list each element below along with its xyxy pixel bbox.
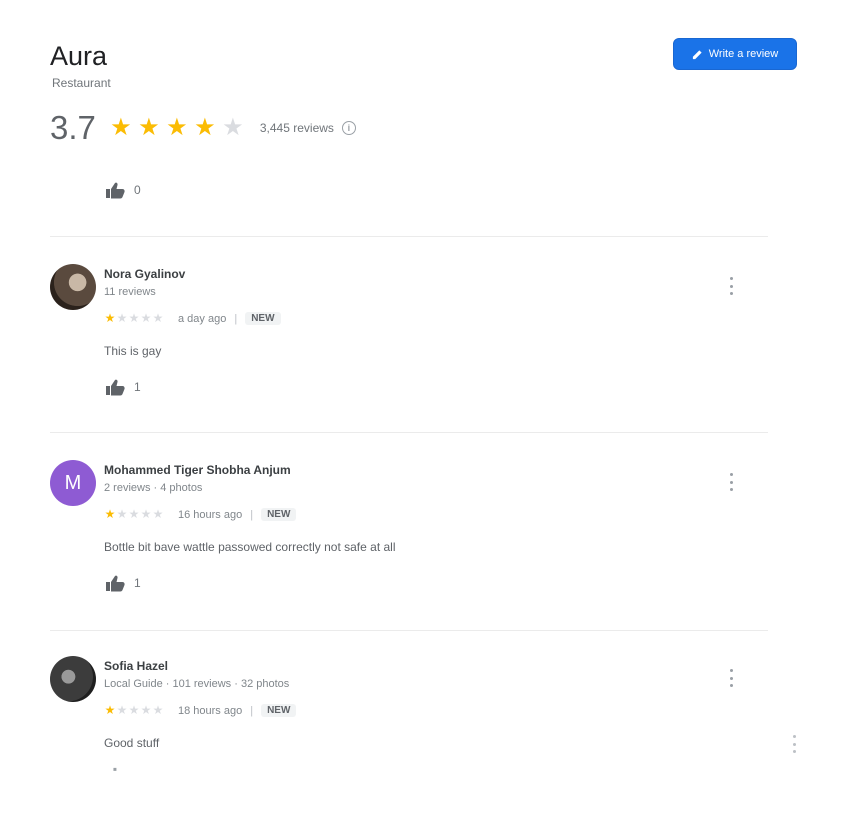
more-options-button[interactable] [726, 277, 736, 295]
review-time: a day ago [178, 312, 227, 325]
separator: | [250, 704, 254, 717]
average-rating: 3.7 [50, 109, 96, 146]
helpful-count: 1 [134, 576, 141, 590]
star-icon: ★ [152, 507, 164, 521]
thumbs-up-icon [106, 182, 125, 199]
reviewer-name[interactable]: Mohammed Tiger Shobha Anjum [104, 463, 291, 477]
reviewer-name[interactable]: Sofia Hazel [104, 659, 168, 673]
pencil-icon [692, 49, 702, 59]
divider [50, 432, 768, 433]
star-icon: ★ [138, 114, 160, 141]
new-badge: NEW [245, 312, 281, 325]
star-icon: ★ [152, 703, 164, 717]
review-text: This is gay [104, 344, 162, 358]
write-review-button[interactable]: Write a review [673, 38, 797, 70]
divider [50, 236, 768, 237]
star-icon: ★ [104, 703, 116, 717]
star-icon: ★ [104, 507, 116, 521]
info-icon[interactable]: i [341, 121, 356, 135]
write-review-label: Write a review [708, 48, 779, 60]
review-rating-line: ★★★★★ 16 hours ago | NEW [104, 508, 297, 521]
new-badge: NEW [261, 508, 297, 521]
helpful-button[interactable]: 0 [104, 181, 141, 199]
star-icon: ★ [166, 114, 188, 141]
review-time: 16 hours ago [178, 508, 243, 521]
star-icon: ★ [152, 311, 164, 325]
review-rating-line: ★★★★★ 18 hours ago | NEW [104, 704, 297, 717]
place-subtitle: Restaurant [52, 76, 111, 90]
reviewer-meta: 11 reviews [104, 286, 156, 298]
photo-icon[interactable]: ▪ [108, 762, 122, 776]
review-text: Bottle bit bave wattle passowed correctl… [104, 540, 396, 554]
star-icon: ★ [116, 507, 128, 521]
star-icon: ★ [104, 311, 116, 325]
star-icon: ★ [128, 311, 140, 325]
review-rating-line: ★★★★★ a day ago | NEW [104, 312, 281, 325]
separator: | [250, 508, 254, 521]
helpful-button[interactable]: 1 [104, 574, 141, 592]
star-icon: ★ [140, 311, 152, 325]
reviewer-meta: 2 reviews · 4 photos [104, 482, 203, 494]
reviewer-name[interactable]: Nora Gyalinov [104, 267, 185, 281]
star-icon: ★ [110, 114, 132, 141]
review-stars: ★★★★★ [104, 312, 164, 325]
thumbs-up-icon [106, 575, 125, 592]
review-count[interactable]: 3,445 reviews [260, 121, 334, 135]
helpful-count: 1 [134, 380, 141, 394]
review-time: 18 hours ago [178, 704, 243, 717]
star-icon: ★ [116, 311, 128, 325]
star-icon: ★ [140, 507, 152, 521]
reviews-panel: Aura Restaurant Write a review 3.7 ★ ★ ★ ★ ★… [0, 0, 848, 814]
more-options-button[interactable] [726, 473, 736, 491]
divider [50, 630, 768, 631]
avatar[interactable]: M [50, 460, 96, 506]
helpful-count: 0 [134, 183, 141, 197]
avatar[interactable] [50, 264, 96, 310]
avatar[interactable] [50, 656, 96, 702]
star-icon: ★ [140, 703, 152, 717]
star-icon: ★ [128, 507, 140, 521]
new-badge: NEW [261, 704, 297, 717]
star-icon: ★ [116, 703, 128, 717]
rating-summary: 3.7 ★ ★ ★ ★ ★ 3,445 reviews i [50, 108, 356, 148]
review-text: Good stuff [104, 736, 160, 750]
more-options-button[interactable] [726, 669, 736, 687]
star-icon: ★ [194, 114, 216, 141]
helpful-button[interactable]: 1 [104, 378, 141, 396]
place-title: Aura [50, 41, 108, 71]
review-stars: ★★★★★ [104, 508, 164, 521]
review-stars: ★★★★★ [104, 704, 164, 717]
star-icon: ★ [128, 703, 140, 717]
thumbs-up-icon [106, 379, 125, 396]
avatar-letter: M [64, 471, 82, 494]
rating-stars: ★ ★ ★ ★ ★ [108, 116, 246, 140]
separator: | [234, 312, 238, 325]
scroll-more-button[interactable] [789, 735, 799, 753]
reviewer-meta: Local Guide · 101 reviews · 32 photos [104, 678, 290, 690]
star-icon: ★ [222, 114, 244, 141]
